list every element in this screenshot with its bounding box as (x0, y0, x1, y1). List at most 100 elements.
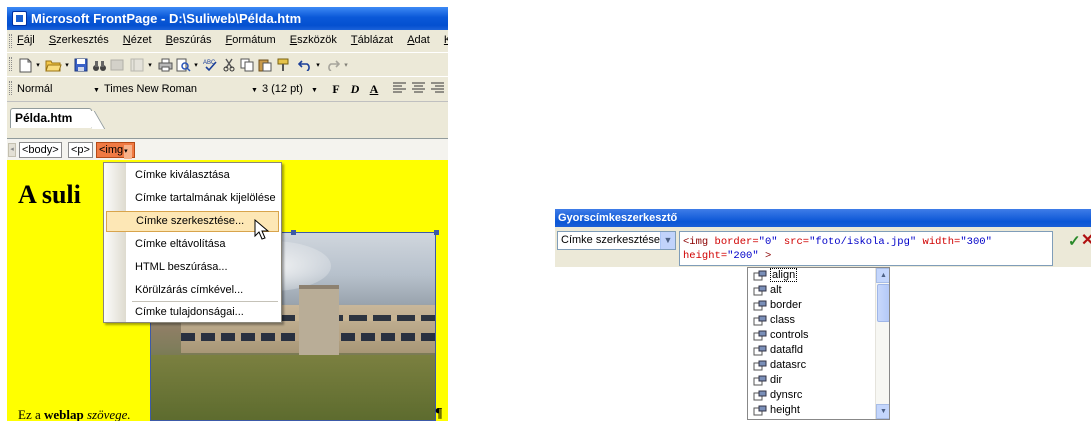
toolbar-grip[interactable] (9, 34, 12, 48)
attribute-icon (753, 300, 767, 311)
list-item-align[interactable]: align (750, 268, 874, 282)
edit-mode-combo[interactable]: Címke szerkesztése ▼ (557, 231, 676, 250)
list-item-alt[interactable]: alt (750, 284, 874, 297)
bold-button[interactable]: F (329, 81, 343, 98)
tab-label: Példa.htm (15, 111, 73, 125)
edit-mode-dropdown-icon[interactable]: ▼ (660, 232, 675, 249)
preview-dropdown-icon[interactable]: ▾ (192, 56, 200, 74)
new-page-icon[interactable] (17, 56, 33, 74)
new-dropdown-icon[interactable]: ▾ (34, 56, 42, 74)
font-size-dropdown-icon-2[interactable]: ▼ (311, 87, 318, 94)
list-item-datasrc[interactable]: datasrc (750, 359, 874, 372)
code-attr-value: "300" (960, 236, 992, 248)
attribute-icon (753, 285, 767, 296)
copy-icon[interactable] (239, 56, 255, 74)
menu-gutter (104, 163, 126, 322)
resize-handle[interactable] (434, 230, 439, 235)
font-size-combo[interactable]: ▼ 3 (12 pt) ▼ (247, 80, 323, 99)
attribute-icon (753, 390, 767, 401)
page-heading[interactable]: A suli (18, 180, 81, 210)
menu-item-select-tag[interactable]: Címke kiválasztása (127, 165, 279, 186)
search-binoculars-icon[interactable] (91, 56, 107, 74)
paste-icon[interactable] (257, 56, 273, 74)
align-center-icon[interactable] (410, 81, 426, 98)
menu-formatum[interactable]: Formátum (226, 34, 276, 46)
list-item-height[interactable]: height (750, 404, 874, 417)
align-right-icon[interactable] (429, 81, 445, 98)
redo-icon[interactable] (325, 56, 341, 74)
attribute-label: datasrc (770, 359, 807, 371)
undo-dropdown-icon[interactable]: ▾ (314, 56, 322, 74)
tab-pelda-htm[interactable]: Példa.htm (10, 108, 92, 128)
list-item-dynsrc[interactable]: dynsrc (750, 389, 874, 402)
list-scrollbar[interactable]: ▲ ▼ (875, 268, 889, 419)
save-icon[interactable] (73, 56, 89, 74)
menu-item-insert-html[interactable]: HTML beszúrása... (127, 257, 279, 278)
tag-body[interactable]: <body> (19, 142, 62, 158)
cut-icon[interactable] (221, 56, 237, 74)
menu-eszkozok[interactable]: Eszközök (290, 34, 337, 46)
code-attr-name: border (714, 236, 753, 248)
attribute-icon (753, 375, 767, 386)
font-combo[interactable]: ▼ Times New Roman (89, 80, 239, 99)
underline-button[interactable]: A (367, 81, 381, 98)
align-left-icon[interactable] (391, 81, 407, 98)
scroll-thumb[interactable] (877, 284, 889, 322)
menu-tablazat[interactable]: Táblázat (351, 34, 393, 46)
list-item-datafld[interactable]: datafld (750, 344, 874, 357)
cancel-x-icon[interactable]: ✕ (1081, 230, 1091, 250)
menu-fajl[interactable]: Fájl (17, 34, 35, 46)
scroll-down-icon[interactable]: ▼ (876, 404, 889, 419)
menu-item-wrap-tag[interactable]: Körülzárás címkével... (127, 280, 279, 301)
confirm-check-icon[interactable]: ✓ (1068, 232, 1081, 250)
tag-img-dropdown-icon[interactable]: ▾ (124, 145, 133, 159)
code-tag-close: > (764, 250, 772, 262)
tag-code-editor[interactable]: <img border="0" src="foto/iskola.jpg" wi… (679, 231, 1053, 266)
tag-img[interactable]: <img▾ (96, 142, 136, 159)
menu-ke[interactable]: Ke (444, 34, 448, 46)
font-combo-value: Times New Roman (103, 83, 198, 95)
code-attr-value: "0" (758, 236, 778, 248)
toolbar-grip[interactable] (9, 81, 12, 95)
title-bar[interactable]: Microsoft FrontPage - D:\Suliweb\Példa.h… (7, 7, 448, 30)
frontpage-app-icon[interactable] (12, 11, 27, 26)
view-dropdown-icon[interactable]: ▾ (146, 56, 154, 74)
redo-dropdown-icon[interactable]: ▾ (342, 56, 350, 74)
list-item-border[interactable]: border (750, 299, 874, 312)
style-combo[interactable]: Normál (13, 80, 85, 99)
tag-scroll-left-icon[interactable]: ◂ (8, 143, 16, 157)
body-text-prefix: Ez a (18, 407, 44, 421)
quick-tag-selector: ◂ <body> <p> <img▾ (7, 138, 448, 160)
menu-beszuras[interactable]: Beszúrás (166, 34, 212, 46)
font-combo-dropdown-icon[interactable]: ▼ (93, 87, 100, 94)
print-icon[interactable] (157, 56, 173, 74)
body-text[interactable]: Ez a weblap szövege. (18, 407, 131, 421)
menu-item-select-tag-contents[interactable]: Címke tartalmának kijelölése (127, 188, 279, 209)
undo-icon[interactable] (297, 56, 313, 74)
spelling-icon[interactable]: ABC (202, 56, 218, 74)
attribute-label: alt (770, 284, 782, 296)
open-dropdown-icon[interactable]: ▾ (63, 56, 71, 74)
tag-p[interactable]: <p> (68, 142, 93, 158)
quick-tag-editor-title[interactable]: Gyorscímkeszerkesztő (555, 209, 1091, 227)
open-folder-icon[interactable] (44, 56, 62, 74)
font-size-dropdown-icon[interactable]: ▼ (251, 87, 258, 94)
list-item-controls[interactable]: controls (750, 329, 874, 342)
menu-szerkesztes[interactable]: Szerkesztés (49, 34, 109, 46)
menu-item-tag-properties[interactable]: Címke tulajdonságai... (127, 302, 279, 323)
folder-list-icon[interactable] (129, 56, 145, 74)
list-item-class[interactable]: class (750, 314, 874, 327)
publish-icon[interactable] (109, 56, 125, 74)
code-attr-name: src (783, 236, 803, 248)
list-item-dir[interactable]: dir (750, 374, 874, 387)
toolbar-grip[interactable] (9, 57, 12, 71)
standard-toolbar: ▾ ▾ ▾ ▾ ABC ▾ ▾ (7, 52, 448, 76)
menu-adat[interactable]: Adat (407, 34, 430, 46)
scroll-up-icon[interactable]: ▲ (876, 268, 889, 283)
menu-nezet[interactable]: Nézet (123, 34, 152, 46)
italic-button[interactable]: D (348, 81, 362, 98)
document-tab-strip: Példa.htm (7, 101, 448, 138)
preview-icon[interactable] (175, 56, 191, 74)
resize-handle[interactable] (291, 230, 296, 235)
format-painter-icon[interactable] (275, 56, 291, 74)
